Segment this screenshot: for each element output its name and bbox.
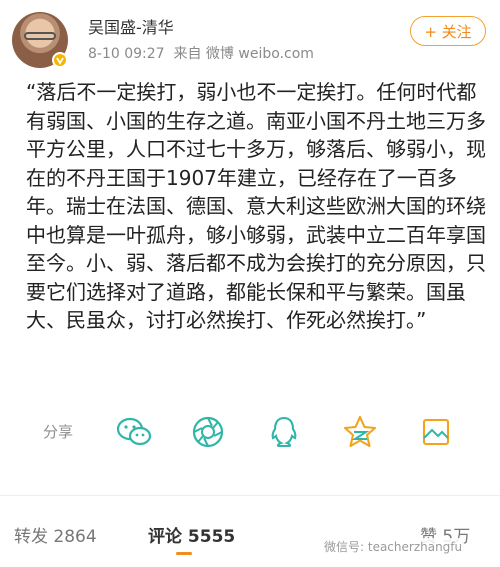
follow-button[interactable]: + 关注 — [410, 16, 486, 46]
moments-icon[interactable] — [188, 412, 228, 452]
post-header: 吴国盛-清华 8-10 09:27 来自 微博 weibo.com + 关注 — [0, 0, 500, 78]
qzone-star-icon[interactable] — [340, 412, 380, 452]
qq-icon[interactable] — [264, 412, 304, 452]
user-name[interactable]: 吴国盛-清华 — [88, 14, 174, 38]
post-text: “落后不一定挨打，弱小也不一定挨打。任何时代都有弱国、小国的生存之道。南亚小国不… — [26, 80, 486, 332]
share-label: 分享 — [43, 423, 74, 441]
comment-tab-indicator — [176, 552, 192, 555]
avatar-glasses — [24, 32, 56, 40]
repost-button[interactable]: 转发 2864 — [14, 522, 97, 547]
post-meta: 8-10 09:27 来自 微博 weibo.com — [88, 43, 314, 63]
verified-badge-icon — [52, 52, 68, 68]
post-time: 8-10 09:27 — [88, 46, 165, 62]
comment-tab[interactable]: 评论 5555 — [148, 522, 235, 547]
post-source: 来自 微博 weibo.com — [173, 46, 314, 62]
share-bar: 分享 — [0, 400, 500, 464]
watermark: 微信号: teacherzhangfu — [322, 538, 465, 555]
action-bar: 转发 2864 评论 5555 赞 5万 微信号: teacherzhangfu — [0, 504, 500, 567]
divider — [0, 495, 500, 496]
image-share-icon[interactable] — [416, 412, 456, 452]
wechat-icon[interactable] — [114, 412, 154, 452]
